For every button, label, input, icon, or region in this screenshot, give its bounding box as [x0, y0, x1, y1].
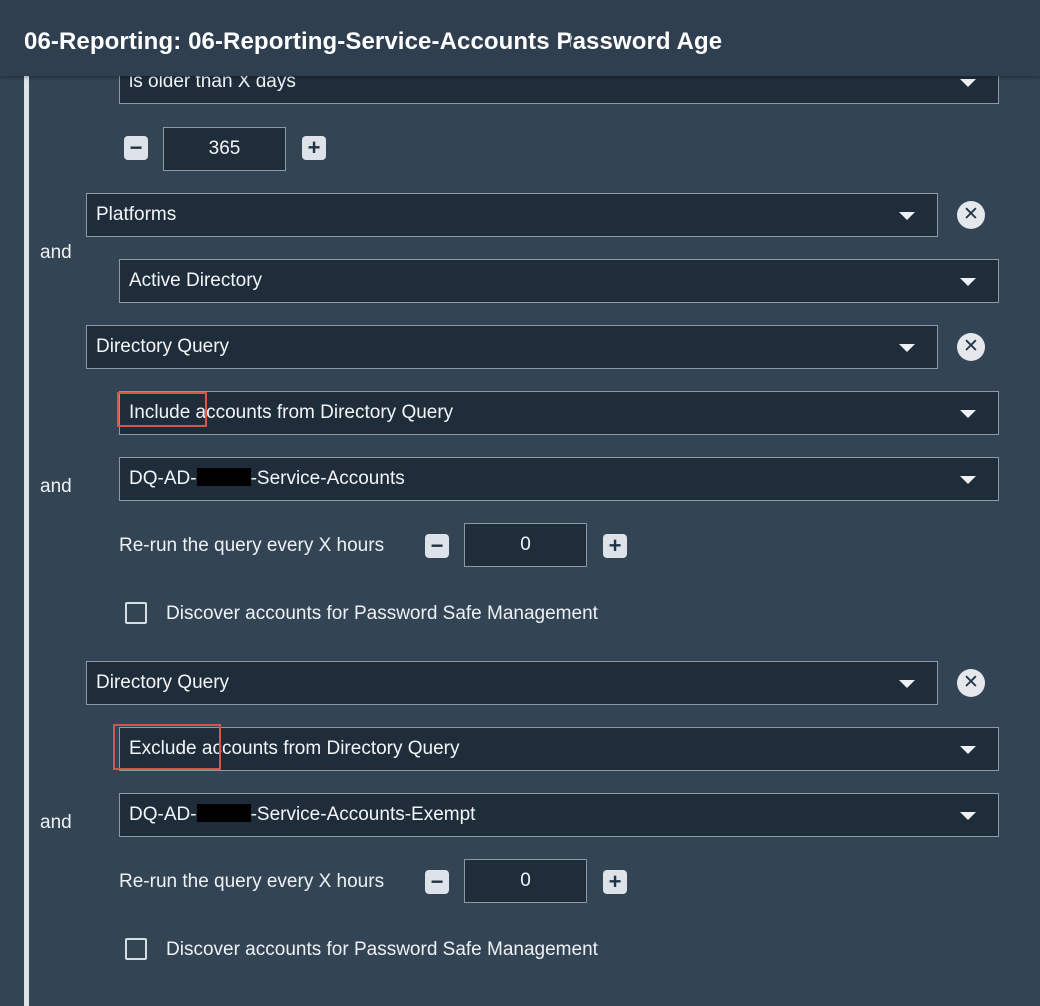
text-cursor [570, 33, 573, 47]
chevron-down-icon [960, 278, 976, 286]
redaction-block [196, 804, 251, 822]
plus-icon[interactable]: + [302, 136, 326, 160]
platform-value: Active Directory [129, 270, 263, 291]
plus-icon[interactable]: + [603, 870, 627, 894]
dq2-field-label: Directory Query [96, 672, 230, 693]
dialog-header: 06-Reporting: 06-Reporting-Service-Accou… [0, 0, 1040, 76]
days-input[interactable]: 365 [163, 127, 286, 171]
platform-value-select[interactable]: Active Directory [119, 259, 999, 303]
dq2-rerun-input[interactable]: 0 [464, 859, 587, 903]
dq1-rerun-label: Re-run the query every X hours [119, 535, 385, 556]
dq1-query-prefix: DQ-AD- [129, 468, 197, 489]
include-highlight-box [117, 392, 207, 427]
chevron-down-icon [960, 79, 976, 87]
plus-icon[interactable]: + [603, 534, 627, 558]
dq1-mode-select[interactable]: Include accounts from Directory Query [119, 391, 999, 435]
chevron-down-icon [960, 410, 976, 418]
dq1-discover-label: Discover accounts for Password Safe Mana… [166, 603, 598, 624]
dq2-query-select[interactable]: DQ-AD- -Service-Accounts-Exempt [119, 793, 999, 837]
dq2-mode-select[interactable]: Exclude accounts from Directory Query [119, 727, 999, 771]
chevron-down-icon [960, 746, 976, 754]
and-label: and [40, 476, 72, 497]
platforms-field-select[interactable]: Platforms [86, 193, 938, 237]
dq1-field-select[interactable]: Directory Query [86, 325, 938, 369]
platforms-field-label: Platforms [96, 204, 177, 225]
dq2-discover-checkbox[interactable] [125, 938, 147, 960]
dq1-rerun-input[interactable]: 0 [464, 523, 587, 567]
dq1-field-label: Directory Query [96, 336, 230, 357]
dq2-query-suffix: -Service-Accounts-Exempt [250, 804, 476, 825]
chevron-down-icon [899, 212, 915, 220]
minus-icon[interactable]: − [425, 870, 449, 894]
minus-icon[interactable]: − [425, 534, 449, 558]
remove-dq1-icon[interactable]: ✕ [957, 333, 985, 361]
minus-icon[interactable]: − [124, 136, 148, 160]
group-rule-bar [24, 76, 29, 1006]
dq2-query-prefix: DQ-AD- [129, 804, 197, 825]
remove-dq2-icon[interactable]: ✕ [957, 669, 985, 697]
chevron-down-icon [960, 476, 976, 484]
chevron-down-icon [960, 812, 976, 820]
dq1-query-suffix: -Service-Accounts [250, 468, 405, 489]
dq1-discover-checkbox[interactable] [125, 602, 147, 624]
remove-platforms-icon[interactable]: ✕ [957, 201, 985, 229]
redaction-block [196, 468, 251, 486]
chevron-down-icon [899, 344, 915, 352]
dq2-field-select[interactable]: Directory Query [86, 661, 938, 705]
and-label: and [40, 242, 72, 263]
dq2-discover-label: Discover accounts for Password Safe Mana… [166, 939, 598, 960]
exclude-highlight-box [113, 724, 221, 770]
dq1-query-select[interactable]: DQ-AD- -Service-Accounts [119, 457, 999, 501]
and-label: and [40, 812, 72, 833]
chevron-down-icon [899, 680, 915, 688]
dq2-rerun-label: Re-run the query every X hours [119, 871, 385, 892]
page-title: 06-Reporting: 06-Reporting-Service-Accou… [24, 28, 723, 55]
